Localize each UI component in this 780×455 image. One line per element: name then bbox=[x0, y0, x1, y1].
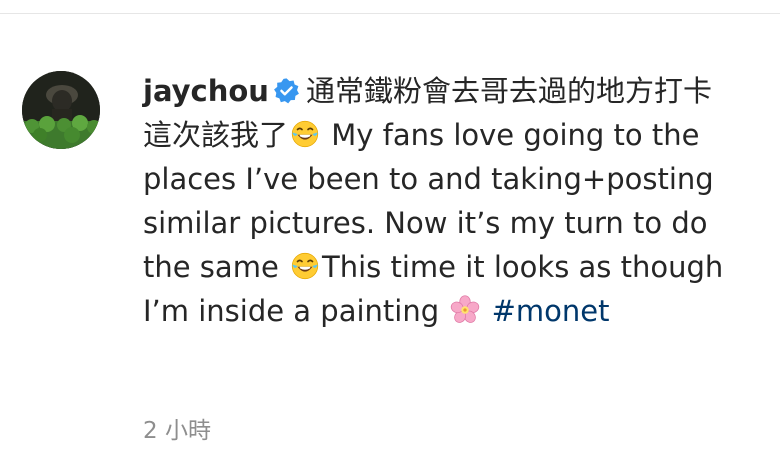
avatar-photo bbox=[22, 71, 100, 149]
caption-chinese-2: 這次該我了 bbox=[143, 118, 289, 152]
verified-badge-icon bbox=[274, 78, 299, 104]
cherry-blossom-icon bbox=[451, 295, 480, 323]
face-with-tears-of-joy-icon bbox=[291, 120, 319, 148]
hashtag-link[interactable]: #monet bbox=[492, 294, 610, 328]
avatar[interactable] bbox=[22, 71, 100, 149]
username-link[interactable]: jaychou bbox=[143, 74, 269, 108]
comment-timestamp: 2 小時 bbox=[143, 418, 211, 444]
top-divider bbox=[0, 0, 780, 14]
caption-chinese-1: 通常鐵粉會去哥去過的地方打卡 bbox=[305, 74, 712, 108]
face-with-tears-of-joy-icon-2 bbox=[291, 252, 319, 280]
comment-text: jaychou 通常鐵粉會去哥去過的地方打卡 這次該我了 My fans love… bbox=[143, 69, 743, 333]
